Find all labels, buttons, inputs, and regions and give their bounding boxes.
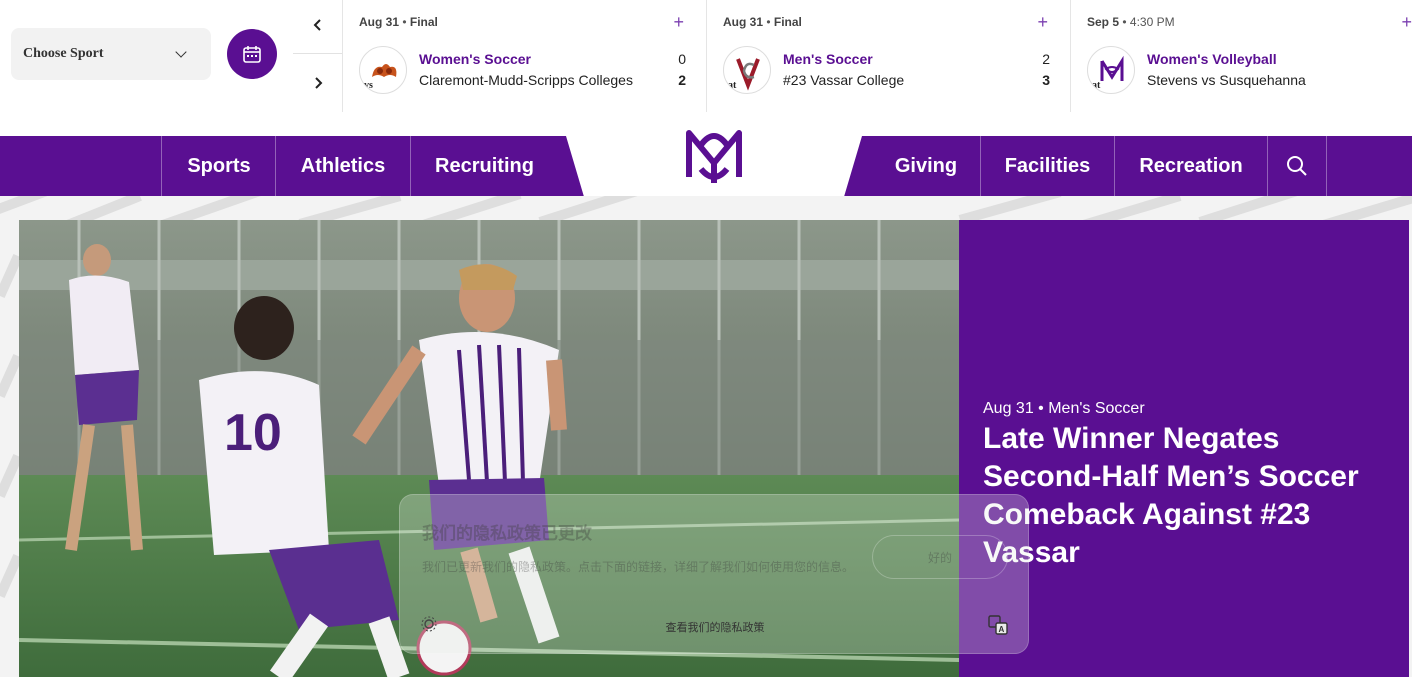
game-card[interactable]: Aug 31 • Final + at Men's Soccer #23 Vas…: [707, 0, 1071, 112]
translate-icon[interactable]: A: [988, 615, 1008, 635]
nav-item-giving[interactable]: Giving: [872, 136, 980, 196]
game-opponent: Stevens vs Susquehanna: [1147, 72, 1306, 88]
story-meta: Aug 31 • Men's Soccer: [983, 400, 1145, 417]
game-status: Sep 5 • 4:30 PM: [1087, 15, 1175, 29]
scoreboard-arrows: [293, 0, 343, 112]
game-score-home: 0: [678, 51, 686, 67]
game-score-home: 2: [1042, 51, 1050, 67]
privacy-notice: 我们的隐私政策已更改 我们已更新我们的隐私政策。点击下面的链接，详细了解我们如何…: [399, 494, 1029, 654]
game-sport-link[interactable]: Women's Volleyball: [1147, 51, 1277, 67]
privacy-body: 我们已更新我们的隐私政策。点击下面的链接，详细了解我们如何使用您的信息。: [422, 560, 855, 574]
ok-button[interactable]: 好的: [872, 535, 1008, 579]
nav-item-recreation[interactable]: Recreation: [1114, 136, 1267, 196]
chevron-right-icon[interactable]: [303, 68, 333, 98]
game-card[interactable]: Sep 5 • 4:30 PM + at Women's Volleyball …: [1071, 0, 1412, 112]
nav-item-sports[interactable]: Sports: [161, 136, 276, 196]
privacy-policy-link[interactable]: 查看我们的隐私政策: [400, 619, 1030, 635]
choose-sport-dropdown[interactable]: Choose Sport: [11, 28, 211, 80]
nav-item-facilities[interactable]: Facilities: [980, 136, 1114, 196]
opponent-logo: vs: [359, 46, 407, 94]
svg-text:A: A: [999, 625, 1005, 634]
chevron-down-icon: [175, 46, 187, 58]
game-opponent: Claremont-Mudd-Scripps Colleges: [419, 72, 633, 88]
calendar-button[interactable]: [227, 29, 277, 79]
calendar-icon: [243, 46, 261, 63]
search-icon: [1287, 156, 1307, 176]
game-status: Aug 31 • Final: [359, 15, 438, 29]
team-logo: at: [1087, 46, 1135, 94]
site-logo[interactable]: [679, 119, 749, 189]
choose-sport-label: Choose Sport: [23, 46, 104, 61]
chevron-left-icon[interactable]: [303, 10, 333, 40]
privacy-title: 我们的隐私政策已更改: [422, 524, 592, 543]
nav-item-recruiting[interactable]: Recruiting: [410, 136, 558, 196]
scoreboard-strip: Choose Sport Aug 31 • Final + vs Women's…: [0, 0, 1412, 112]
story-headline[interactable]: Late Winner Negates Second-Half Men’s So…: [983, 420, 1383, 572]
search-button[interactable]: [1267, 136, 1327, 196]
plus-icon[interactable]: +: [1037, 12, 1048, 33]
game-sport-link[interactable]: Men's Soccer: [783, 51, 873, 67]
opponent-logo: at: [723, 46, 771, 94]
game-opponent: #23 Vassar College: [783, 72, 905, 88]
game-status: Aug 31 • Final: [723, 15, 802, 29]
arrow-divider: [293, 53, 342, 54]
svg-text:10: 10: [224, 404, 282, 462]
plus-icon[interactable]: +: [673, 12, 684, 33]
game-score-away: 2: [678, 72, 686, 88]
plus-icon[interactable]: +: [1401, 12, 1412, 33]
game-card[interactable]: Aug 31 • Final + vs Women's Soccer Clare…: [343, 0, 707, 112]
game-score-away: 3: [1042, 72, 1050, 88]
nav-item-athletics[interactable]: Athletics: [275, 136, 410, 196]
game-sport-link[interactable]: Women's Soccer: [419, 51, 531, 67]
